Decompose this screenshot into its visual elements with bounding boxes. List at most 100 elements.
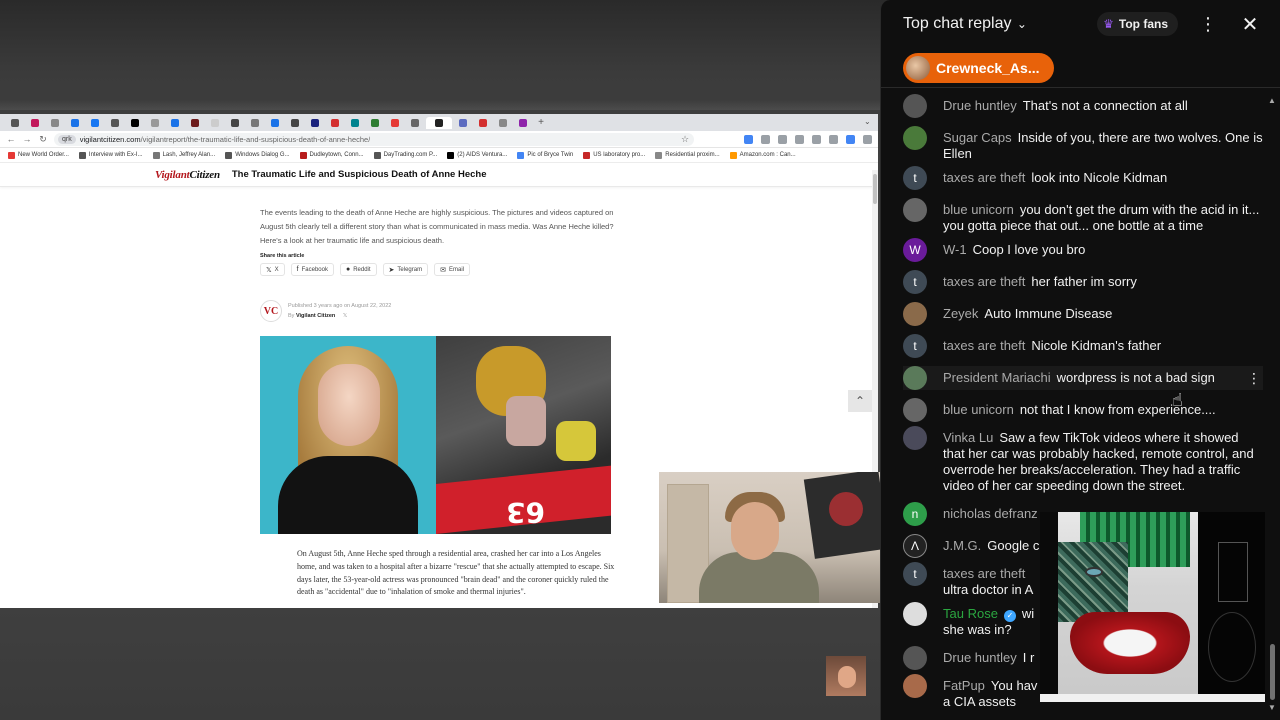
- avatar[interactable]: [903, 426, 927, 450]
- share-email-button[interactable]: ✉ Email: [434, 263, 470, 276]
- bookmark-item[interactable]: Dudleytown, Conn...: [299, 151, 364, 159]
- browser-tab[interactable]: [286, 117, 304, 129]
- message-author[interactable]: W-1: [943, 242, 967, 257]
- message-author[interactable]: nicholas defranz: [943, 506, 1038, 521]
- avatar[interactable]: Λ: [903, 534, 927, 558]
- bookmark-item[interactable]: Pic of Bryce Twin: [517, 151, 573, 159]
- avatar[interactable]: [903, 126, 927, 150]
- browser-tab[interactable]: [86, 117, 104, 129]
- top-fan-chip[interactable]: Crewneck_As...: [903, 52, 1054, 83]
- browser-tab[interactable]: [266, 117, 284, 129]
- browser-tab[interactable]: [206, 117, 224, 129]
- chat-message-hovered[interactable]: President Mariachi wordpress is not a bad…: [903, 366, 1263, 390]
- chat-message[interactable]: t taxes are theft look into Nicole Kidman: [903, 166, 1263, 190]
- profile-icon[interactable]: [846, 134, 855, 144]
- share-telegram-button[interactable]: ➤ Telegram: [382, 263, 429, 276]
- chat-message[interactable]: W W-1 Coop I love you bro: [903, 238, 1263, 262]
- avatar[interactable]: [903, 366, 927, 390]
- message-author[interactable]: Drue huntley: [943, 650, 1017, 665]
- bookmark-star-icon[interactable]: ☆: [680, 134, 690, 145]
- share-x-button[interactable]: 𝕏X: [260, 263, 285, 276]
- message-author[interactable]: taxes are theft: [943, 170, 1025, 185]
- extension-icon[interactable]: [761, 134, 770, 144]
- message-author[interactable]: Sugar Caps: [943, 130, 1012, 145]
- message-author[interactable]: taxes are theft: [943, 338, 1025, 353]
- bookmark-item[interactable]: New World Order...: [8, 151, 69, 159]
- chat-message[interactable]: t taxes are theft her father im sorry: [903, 270, 1263, 294]
- chat-message[interactable]: blue unicorn not that I know from experie…: [903, 398, 1263, 422]
- browser-tab[interactable]: [494, 117, 512, 129]
- site-logo[interactable]: VigilantCitizen: [155, 169, 220, 181]
- reload-icon[interactable]: ↻: [38, 134, 48, 145]
- avatar[interactable]: [903, 398, 927, 422]
- browser-tab[interactable]: [406, 117, 424, 129]
- avatar[interactable]: [903, 674, 927, 698]
- browser-tab[interactable]: [166, 117, 184, 129]
- share-facebook-button[interactable]: f Facebook: [290, 263, 334, 276]
- scroll-up-icon[interactable]: ▲: [1268, 96, 1276, 105]
- scrollbar-thumb[interactable]: [873, 174, 877, 204]
- chat-message[interactable]: Zeyek Auto Immune Disease: [903, 302, 1263, 326]
- more-options-icon[interactable]: ⋮: [1196, 14, 1220, 35]
- message-author[interactable]: Zeyek: [943, 306, 978, 321]
- browser-tab-active[interactable]: [426, 116, 452, 129]
- message-author[interactable]: blue unicorn: [943, 202, 1014, 217]
- browser-tab[interactable]: [106, 117, 124, 129]
- browser-tab[interactable]: [386, 117, 404, 129]
- address-bar[interactable]: qrk vigilantcitizen.com/vigilantreport/t…: [54, 132, 694, 146]
- avatar[interactable]: n: [903, 502, 927, 526]
- site-info-chip[interactable]: qrk: [58, 134, 76, 144]
- bookmark-item[interactable]: DayTrading.com P...: [373, 151, 437, 159]
- chat-message[interactable]: Sugar Caps Inside of you, there are two w…: [903, 126, 1263, 162]
- browser-tab[interactable]: [46, 117, 64, 129]
- message-author[interactable]: President Mariachi: [943, 370, 1051, 385]
- forward-icon[interactable]: →: [22, 134, 32, 144]
- new-tab-icon[interactable]: +: [534, 117, 548, 128]
- message-author[interactable]: Vinka Lu: [943, 430, 993, 445]
- browser-tab[interactable]: [26, 117, 44, 129]
- browser-tab[interactable]: [226, 117, 244, 129]
- avatar[interactable]: [903, 602, 927, 626]
- extension-icon[interactable]: [829, 134, 838, 144]
- close-icon[interactable]: ✕: [1238, 12, 1262, 37]
- chat-message[interactable]: t taxes are theft Nicole Kidman's father: [903, 334, 1263, 358]
- chat-mode-selector[interactable]: Top chat replay ⌄: [903, 15, 1027, 33]
- message-author[interactable]: J.M.G.: [943, 538, 981, 553]
- tab-search-icon[interactable]: ⌄: [864, 117, 874, 127]
- bookmark-item[interactable]: US laboratory pro...: [583, 151, 645, 159]
- share-reddit-button[interactable]: ● Reddit: [339, 263, 377, 276]
- download-icon[interactable]: [795, 134, 804, 144]
- message-author[interactable]: FatPup: [943, 678, 985, 693]
- top-fans-button[interactable]: ♛ Top fans: [1097, 12, 1178, 36]
- avatar[interactable]: [903, 646, 927, 670]
- browser-tab[interactable]: [454, 117, 472, 129]
- browser-tab[interactable]: [366, 117, 384, 129]
- browser-tab[interactable]: [146, 117, 164, 129]
- message-author[interactable]: blue unicorn: [943, 402, 1014, 417]
- browser-tab[interactable]: [186, 117, 204, 129]
- bookmark-item[interactable]: (2) AIDS Ventura...: [447, 151, 507, 159]
- chat-scrollbar[interactable]: ▲ ▼: [1268, 96, 1276, 716]
- avatar[interactable]: t: [903, 166, 927, 190]
- extension-icon[interactable]: [744, 134, 753, 144]
- browser-tab[interactable]: [514, 117, 532, 129]
- browser-tab[interactable]: [346, 117, 364, 129]
- browser-tab[interactable]: [66, 117, 84, 129]
- browser-tab[interactable]: [306, 117, 324, 129]
- chat-scrollbar-thumb[interactable]: [1270, 644, 1275, 700]
- message-menu-icon[interactable]: ⋮: [1247, 370, 1261, 387]
- message-author[interactable]: Tau Rose: [943, 606, 998, 621]
- back-icon[interactable]: ←: [6, 134, 16, 144]
- bookmark-item[interactable]: Windows Dialog G...: [225, 151, 290, 159]
- x-icon[interactable]: 𝕏: [343, 313, 347, 319]
- message-author[interactable]: Drue huntley: [943, 98, 1017, 113]
- chat-message[interactable]: Vinka Lu Saw a few TikTok videos where it…: [903, 426, 1263, 494]
- bookmark-item[interactable]: Amazon.com : Can...: [729, 151, 796, 159]
- avatar[interactable]: t: [903, 562, 927, 586]
- avatar[interactable]: t: [903, 270, 927, 294]
- avatar[interactable]: [903, 198, 927, 222]
- message-author[interactable]: taxes are theft: [943, 566, 1025, 581]
- browser-tab[interactable]: [246, 117, 264, 129]
- browser-tab[interactable]: [474, 117, 492, 129]
- extension-icon[interactable]: [778, 134, 787, 144]
